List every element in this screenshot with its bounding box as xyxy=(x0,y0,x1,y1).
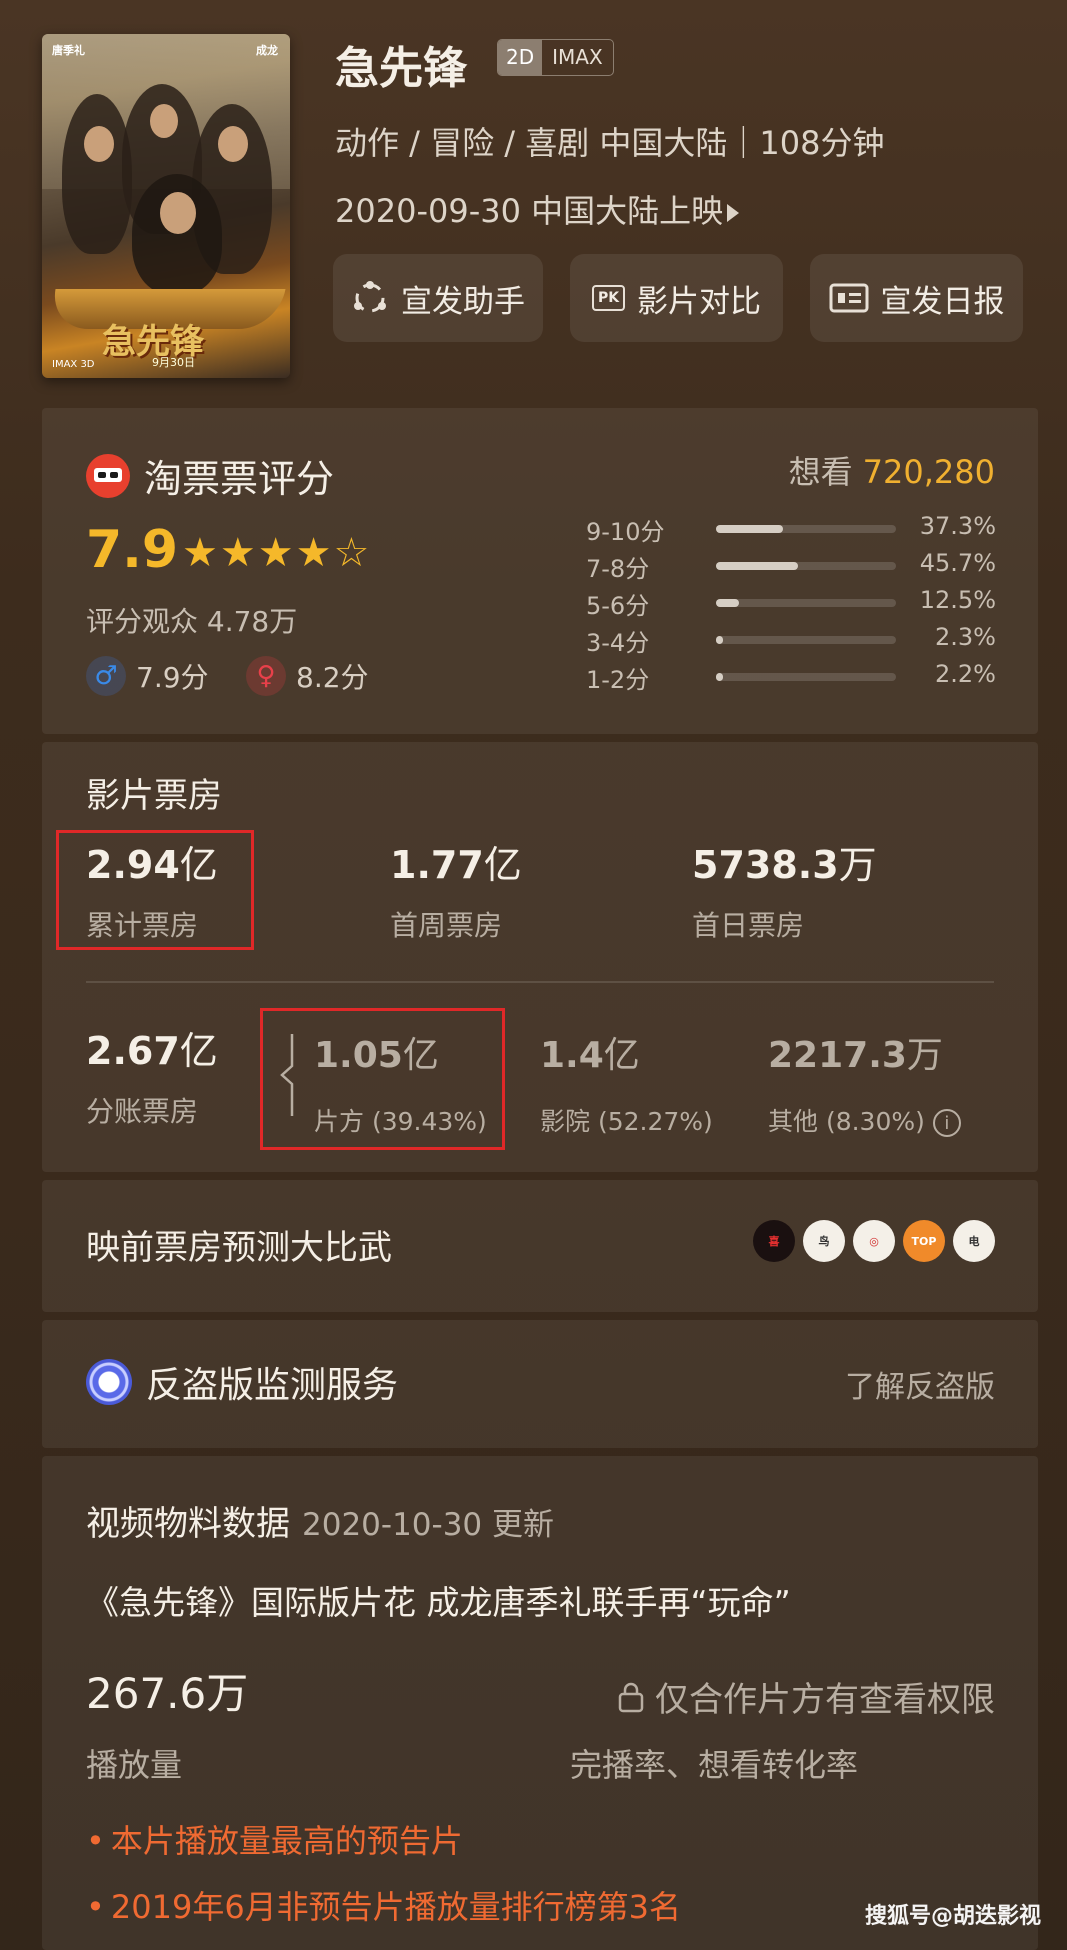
movie-poster[interactable]: 唐季礼 成龙 急先锋 IMAX 3D 9月30日 xyxy=(42,34,290,378)
rater-count: 评分观众 4.78万 xyxy=(86,605,298,638)
promo-assistant-button[interactable]: 宣发助手 xyxy=(333,254,543,342)
video-name[interactable]: 《急先锋》国际版片花 成龙唐季礼联手再“玩命” xyxy=(86,1576,791,1624)
rating-distribution: 9-10分 37.3% 7-8分 45.7% 5-6分 12.5% 3-4分 2.3% … xyxy=(586,510,996,695)
dist-pct: 37.3% xyxy=(919,512,996,540)
highlight-box-total xyxy=(56,830,254,950)
video-plays-value: 267.6万 xyxy=(86,1669,249,1718)
dist-pct: 2.2% xyxy=(935,660,996,688)
box-office-title: 影片票房 xyxy=(86,776,222,816)
first-week-value: 1.77亿 xyxy=(390,843,522,887)
other-share-label: 其他 (8.30%) i xyxy=(768,1102,961,1138)
predictor-logo-4: TOP xyxy=(903,1220,945,1262)
locked-info: 仅合作片方有查看权限 xyxy=(617,1672,995,1721)
predictor-logo-2: 鸟 xyxy=(803,1220,845,1262)
poster-date: 9月30日 xyxy=(152,356,195,369)
first-week-label: 首周票房 xyxy=(390,909,503,942)
film-compare-button[interactable]: PK 影片对比 xyxy=(570,254,783,342)
predictor-logo-3: ◎ xyxy=(853,1220,895,1262)
dist-row: 3-4分 2.3% xyxy=(586,621,996,658)
info-icon[interactable]: i xyxy=(932,1109,961,1137)
highlight-box-producer xyxy=(260,1008,505,1150)
promo-assistant-label: 宣发助手 xyxy=(401,283,525,320)
other-share-value: 2217.3万 xyxy=(768,1035,943,1076)
predictor-logos: 喜 鸟 ◎ TOP 电 xyxy=(753,1220,995,1262)
first-day-value: 5738.3万 xyxy=(692,843,877,887)
format-2d: 2D xyxy=(498,40,543,75)
video-data-updated: 2020-10-30 更新 xyxy=(302,1507,555,1543)
cinema-share-value: 1.4亿 xyxy=(540,1035,640,1076)
pk-icon: PK xyxy=(591,285,626,311)
anti-piracy-link[interactable]: 了解反盗版 xyxy=(845,1362,995,1406)
rating-title-text: 淘票票评分 xyxy=(144,457,335,501)
dist-pct: 12.5% xyxy=(919,586,996,614)
dist-label: 1-2分 xyxy=(586,666,650,694)
promo-daily-label: 宣发日报 xyxy=(880,283,1005,320)
male-icon: ♂ xyxy=(86,656,126,696)
format-imax: IMAX xyxy=(552,45,603,69)
dist-row: 5-6分 12.5% xyxy=(586,584,996,621)
share-icon xyxy=(351,279,389,317)
split-box-office-value: 2.67亿 xyxy=(86,1029,218,1073)
divider xyxy=(86,981,994,983)
female-score-text: 8.2分 xyxy=(296,661,369,694)
want-label: 想看 xyxy=(788,453,853,491)
promo-daily-button[interactable]: 宣发日报 xyxy=(810,254,1023,342)
dist-row: 1-2分 2.2% xyxy=(586,658,996,695)
want-to-see: 想看 720,280 xyxy=(789,447,995,493)
film-compare-label: 影片对比 xyxy=(637,283,762,320)
male-score: ♂ 7.9分 xyxy=(86,656,209,696)
dist-bar xyxy=(716,599,739,607)
anti-piracy-title-text: 反盗版监测服务 xyxy=(146,1365,399,1406)
movie-meta: 动作 / 冒险 / 喜剧 中国大陆｜108分钟 xyxy=(335,124,885,162)
format-badge: 2D IMAX xyxy=(497,39,614,76)
release-text: 2020-09-30 中国大陆上映 xyxy=(335,192,724,230)
poster-format: IMAX 3D xyxy=(52,359,95,370)
lock-icon xyxy=(618,1682,644,1712)
dist-row: 9-10分 37.3% xyxy=(586,510,996,547)
first-day-label: 首日票房 xyxy=(692,909,805,942)
want-count: 720,280 xyxy=(862,453,995,491)
video-data-title: 视频物料数据 2020-10-30 更新 xyxy=(86,1504,555,1544)
dist-pct: 2.3% xyxy=(935,623,996,651)
poster-cast-left: 唐季礼 xyxy=(52,44,85,57)
dist-pct: 45.7% xyxy=(919,549,996,577)
male-score-text: 7.9分 xyxy=(136,661,209,694)
video-plays-label: 播放量 xyxy=(86,1746,183,1784)
report-icon xyxy=(829,283,869,313)
dist-label: 7-8分 xyxy=(586,555,650,583)
female-score: ♀ 8.2分 xyxy=(246,656,369,696)
movie-title: 急先锋 xyxy=(335,43,467,94)
release-link[interactable]: 2020-09-30 中国大陆上映 xyxy=(335,186,740,232)
poster-cast-right: 成龙 xyxy=(256,44,278,57)
dist-bar xyxy=(716,525,784,533)
locked-metrics: 完播率、想看转化率 xyxy=(570,1746,859,1784)
female-icon: ♀ xyxy=(246,656,286,696)
rating-stars: ★★★★☆ xyxy=(182,530,372,576)
dist-row: 7-8分 45.7% xyxy=(586,547,996,584)
play-arrow-icon xyxy=(727,204,740,222)
anti-piracy-title: 反盗版监测服务 xyxy=(86,1356,398,1408)
split-box-office-label: 分账票房 xyxy=(86,1095,199,1128)
dist-bar xyxy=(716,636,724,644)
predictor-logo-5: 电 xyxy=(953,1220,995,1262)
video-highlight-1: 本片播放量最高的预告片 xyxy=(86,1816,463,1862)
dist-label: 5-6分 xyxy=(586,592,650,620)
watermark: 搜狐号@胡迭影视 xyxy=(864,1904,1041,1929)
locked-text: 仅合作片方有查看权限 xyxy=(655,1680,995,1720)
prediction-title: 映前票房预测大比武 xyxy=(86,1228,392,1268)
rating-title: 淘票票评分 xyxy=(86,448,334,503)
rating-score: 7.9 xyxy=(86,520,179,580)
cinema-share-label: 影院 (52.27%) xyxy=(540,1107,713,1136)
dist-bar xyxy=(716,562,799,570)
video-highlight-2: 2019年6月非预告片播放量排行榜第3名 xyxy=(86,1882,681,1928)
predictor-logo-1: 喜 xyxy=(753,1220,795,1262)
dist-bar xyxy=(716,673,724,681)
dist-label: 9-10分 xyxy=(586,518,665,546)
anti-piracy-logo-icon xyxy=(86,1359,132,1405)
taopiaopiao-logo-icon xyxy=(86,453,130,498)
dist-label: 3-4分 xyxy=(586,629,650,657)
